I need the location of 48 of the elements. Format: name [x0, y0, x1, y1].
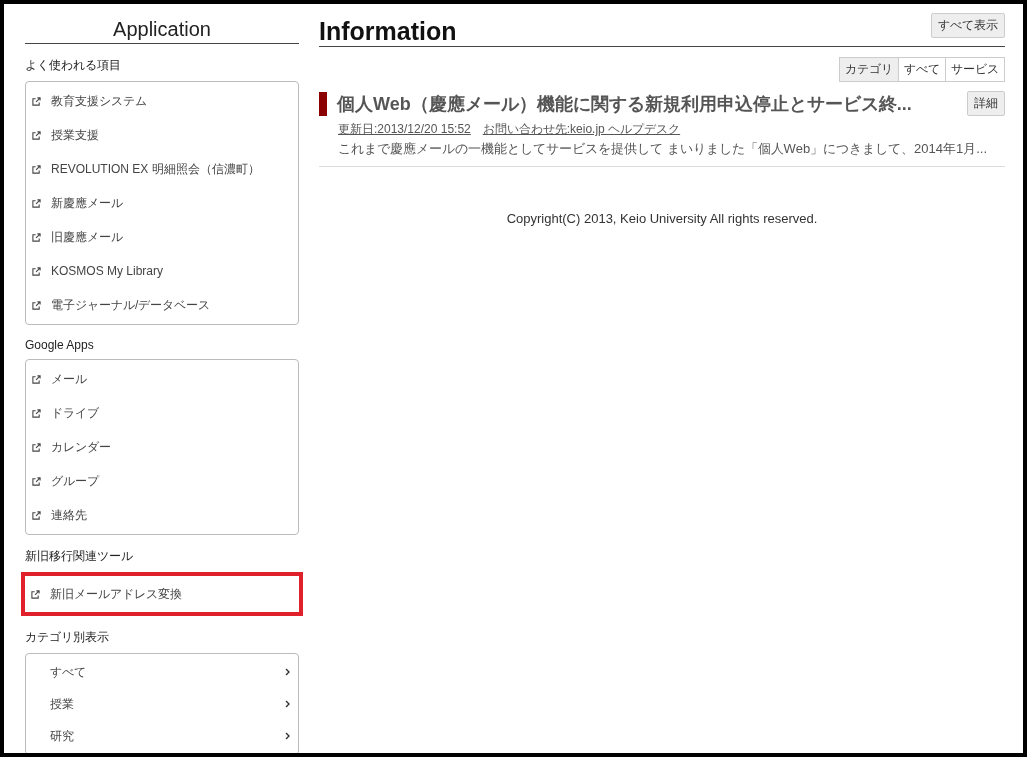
external-link-icon [32, 266, 41, 276]
app-link[interactable]: 新旧メールアドレス変換 [25, 577, 299, 611]
external-link-icon [32, 232, 41, 242]
news-title: 個人Web（慶應メール）機能に関する新規利用申込停止とサービス終... [337, 92, 913, 116]
external-link-icon [32, 408, 41, 418]
filter-tab[interactable]: サービス [945, 57, 1005, 82]
external-link-icon [32, 510, 41, 520]
detail-button[interactable]: 詳細 [967, 91, 1005, 116]
contact-link[interactable]: お問い合わせ先:keio.jp ヘルプデスク [482, 122, 681, 137]
external-link-icon [31, 589, 40, 599]
chevron-right-icon [285, 732, 290, 740]
filter-tab[interactable]: カテゴリ [839, 57, 899, 82]
updated-date-link[interactable]: 更新日:2013/12/20 15:52 [338, 122, 471, 137]
category-link[interactable]: 研究 [26, 720, 298, 752]
chevron-right-icon [285, 668, 290, 676]
app-link[interactable]: カレンダー [26, 430, 298, 464]
external-link-icon [32, 442, 41, 452]
category-link[interactable]: すべて [26, 656, 298, 688]
app-link[interactable]: REVOLUTION EX 明細照会（信濃町） [26, 152, 298, 186]
group-heading: カテゴリ別表示 [25, 629, 110, 646]
app-link[interactable]: KOSMOS My Library [26, 254, 298, 288]
sidebar-title: Application [25, 4, 299, 44]
external-link-icon [32, 164, 41, 174]
copyright-text: Copyright(C) 2013, Keio University All rights reserved. [505, 211, 819, 226]
app-link[interactable]: 新慶應メール [26, 186, 298, 220]
app-link[interactable]: 授業支援 [26, 118, 298, 152]
app-link[interactable]: ドライブ [26, 396, 298, 430]
app-link[interactable]: 教育支援システム [26, 84, 298, 118]
app-link[interactable]: グループ [26, 464, 298, 498]
external-link-icon [32, 198, 41, 208]
filter-tab[interactable]: すべて [898, 57, 946, 82]
app-link[interactable]: 旧慶應メール [26, 220, 298, 254]
category-link[interactable]: 授業 [26, 688, 298, 720]
external-link-icon [32, 96, 41, 106]
app-link[interactable]: 電子ジャーナル/データベース [26, 288, 298, 322]
show-all-button[interactable]: すべて表示 [931, 13, 1005, 38]
app-link[interactable]: 連絡先 [26, 498, 298, 532]
chevron-right-icon [285, 700, 290, 708]
app-link[interactable]: メール [26, 362, 298, 396]
external-link-icon [32, 374, 41, 384]
group-heading: よく使われる項目 [25, 57, 122, 74]
external-link-icon [32, 300, 41, 310]
news-summary: これまで慶應メールの一機能としてサービスを提供して まいりました「個人Web」につきまして、2014年1月... [338, 140, 989, 158]
external-link-icon [32, 130, 41, 140]
group-heading: 新旧移行関連ツール [25, 548, 134, 565]
group-heading: Google Apps [25, 338, 95, 352]
external-link-icon [32, 476, 41, 486]
page-title: Information [319, 16, 457, 46]
